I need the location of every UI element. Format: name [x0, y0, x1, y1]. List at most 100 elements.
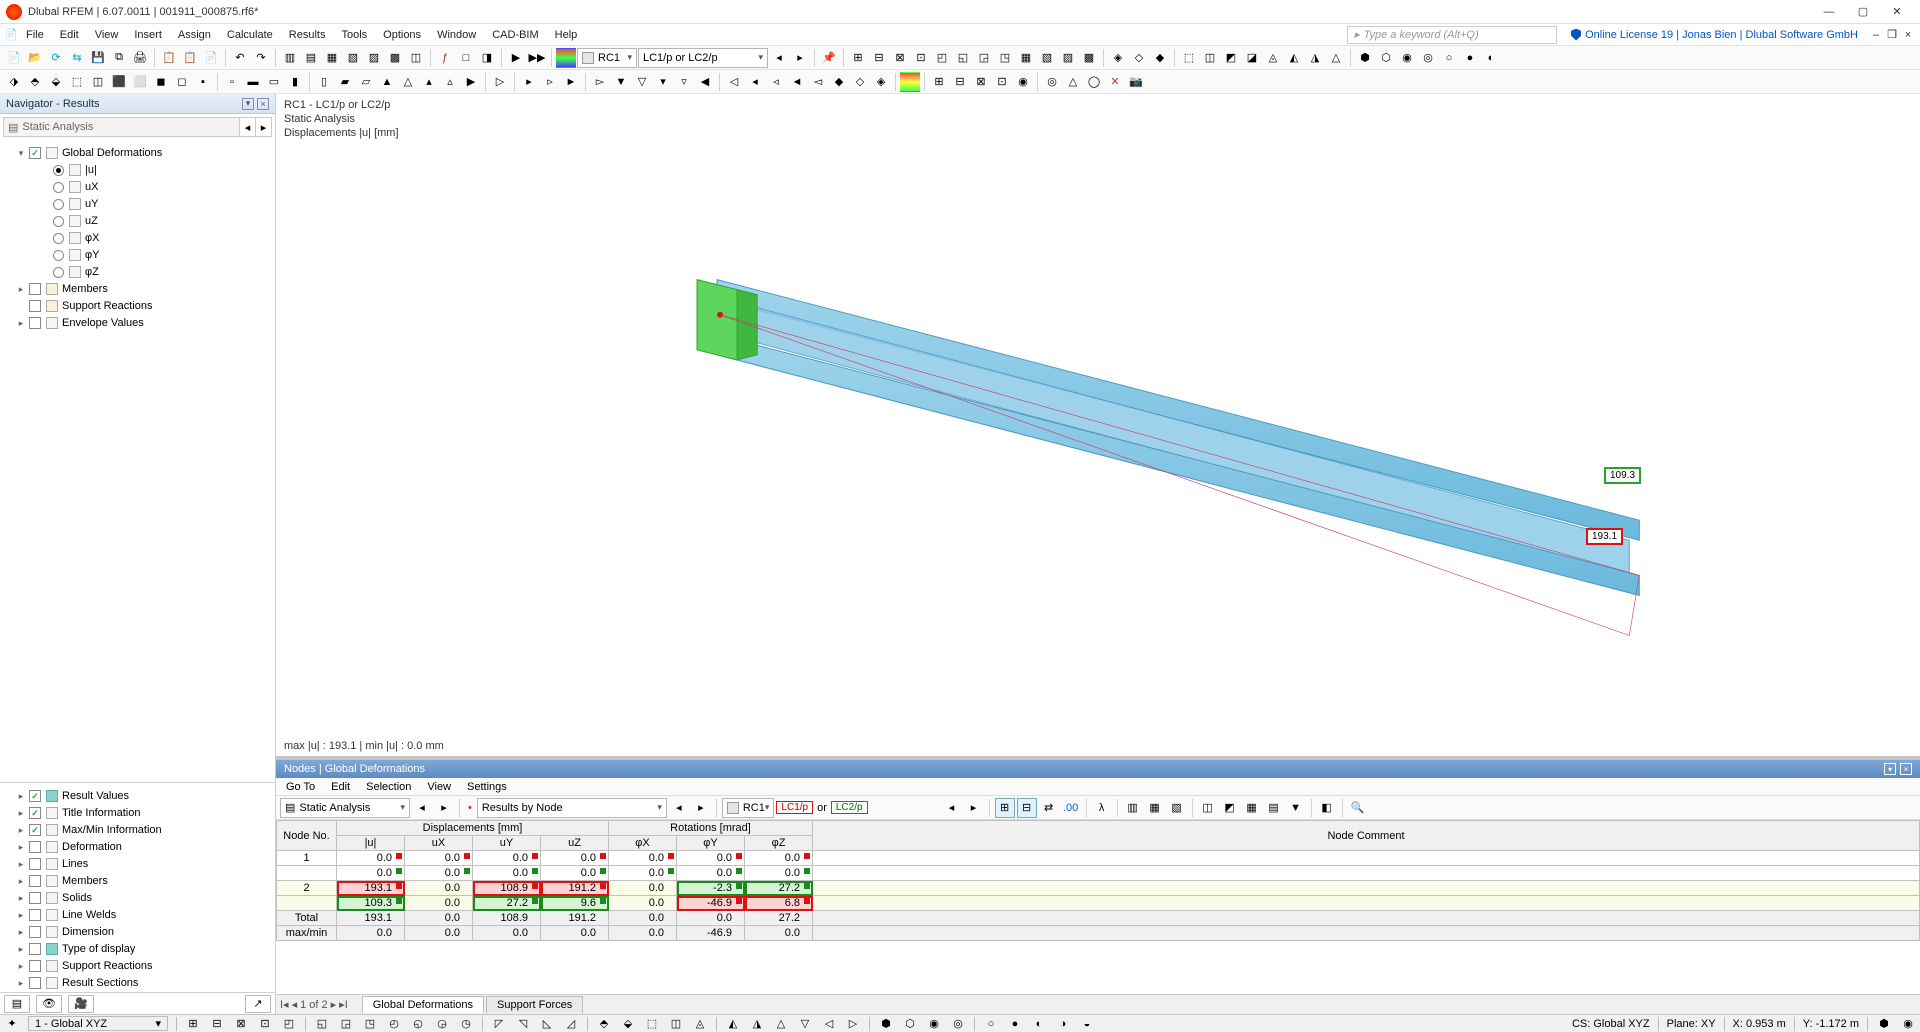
sb-28[interactable]: ⬢ [878, 1016, 894, 1032]
sb-27[interactable]: ▷ [845, 1016, 861, 1032]
view-btn-10[interactable]: ▧ [1037, 48, 1057, 68]
pager-next[interactable]: ▸ [331, 998, 337, 1011]
view-btn-19[interactable]: ◪ [1242, 48, 1262, 68]
model-canvas[interactable]: 109.3 193.1 max |u| : 193.1 | min |u| : … [276, 94, 1920, 756]
delete-button[interactable]: ✕ [1105, 72, 1125, 92]
rp-tool-4[interactable]: .00 [1061, 798, 1081, 818]
tb2-48[interactable]: △ [1063, 72, 1083, 92]
sb-3[interactable]: ⊠ [233, 1016, 249, 1032]
rp-prev1[interactable]: ◂ [412, 798, 432, 818]
maximize-button[interactable]: ▢ [1846, 1, 1880, 23]
navigator-lower[interactable]: ▸Result Values▸Title Information▸Max/Min… [0, 782, 275, 992]
tree-item-uz[interactable]: uZ [4, 213, 271, 229]
sb-end2[interactable]: ◉ [1900, 1016, 1916, 1032]
analysis-next[interactable]: ▸ [256, 117, 272, 137]
rp-close-icon[interactable]: × [1900, 763, 1912, 775]
tb2-16[interactable]: ▰ [335, 72, 355, 92]
view-btn-15[interactable]: ◆ [1150, 48, 1170, 68]
tb2-3[interactable]: ⬙ [46, 72, 66, 92]
lower-item-type-of-display[interactable]: ▸Type of display [4, 941, 271, 957]
tb2-49[interactable]: ◯ [1084, 72, 1104, 92]
panel-1[interactable]: ▥ [280, 48, 300, 68]
sb-19[interactable]: ⬚ [644, 1016, 660, 1032]
rp-tool-13[interactable]: ◧ [1317, 798, 1337, 818]
sb-36[interactable]: ◒ [1079, 1016, 1095, 1032]
rp-menu-edit[interactable]: Edit [331, 781, 350, 793]
rp-menu-settings[interactable]: Settings [467, 781, 507, 793]
rp-tool-11[interactable]: ▦ [1242, 798, 1262, 818]
view-btn-5[interactable]: ◰ [932, 48, 952, 68]
sb-cs-icon[interactable]: ✦ [4, 1016, 20, 1032]
rp-next2[interactable]: ▸ [691, 798, 711, 818]
tb2-5[interactable]: ◫ [88, 72, 108, 92]
rp-prev2[interactable]: ◂ [669, 798, 689, 818]
tree-item-uy[interactable]: uY [4, 196, 271, 212]
col-comment[interactable]: Node Comment [813, 821, 1920, 851]
tb2-19[interactable]: △ [398, 72, 418, 92]
sync-button[interactable]: ⇆ [67, 48, 87, 68]
nav-tab-1[interactable]: ▤ [4, 995, 30, 1013]
tb2-4[interactable]: ⬚ [67, 72, 87, 92]
sb-9[interactable]: ◴ [386, 1016, 402, 1032]
menu-calculate[interactable]: Calculate [219, 24, 281, 46]
undo-button[interactable]: ↶ [230, 48, 250, 68]
rp-next3[interactable]: ▸ [964, 798, 984, 818]
view-btn-7[interactable]: ◲ [974, 48, 994, 68]
rp-tool-7[interactable]: ▦ [1145, 798, 1165, 818]
tb2-13[interactable]: ▭ [264, 72, 284, 92]
tb2-20[interactable]: ▴ [419, 72, 439, 92]
calc-all-button[interactable]: ▶▶ [527, 48, 547, 68]
sb-25[interactable]: ▽ [797, 1016, 813, 1032]
sb-17[interactable]: ⬘ [596, 1016, 612, 1032]
rp-menu-goto[interactable]: Go To [286, 781, 315, 793]
tb2-7[interactable]: ⬜ [130, 72, 150, 92]
col-φZ[interactable]: φZ [745, 836, 813, 851]
view-btn-22[interactable]: ◮ [1305, 48, 1325, 68]
rp-filter-button[interactable]: ▼ [1286, 798, 1306, 818]
nav-close-icon[interactable]: × [257, 98, 269, 110]
tb2-15[interactable]: ▯ [314, 72, 334, 92]
tree-item-members[interactable]: ▸Members [4, 281, 271, 297]
sb-33[interactable]: ● [1007, 1016, 1023, 1032]
lower-item-members[interactable]: ▸Members [4, 873, 271, 889]
tb2-45[interactable]: ⊡ [992, 72, 1012, 92]
view-btn-8[interactable]: ◳ [995, 48, 1015, 68]
col-uY[interactable]: uY [473, 836, 541, 851]
rp-tool-3[interactable]: ⇄ [1039, 798, 1059, 818]
col-uX[interactable]: uX [405, 836, 473, 851]
lc-prev[interactable]: ◂ [769, 48, 789, 68]
lower-item-solids[interactable]: ▸Solids [4, 890, 271, 906]
tb2-8[interactable]: ◼ [151, 72, 171, 92]
tb2-40[interactable]: ◈ [871, 72, 891, 92]
panel-3[interactable]: ▦ [322, 48, 342, 68]
navigator-tree[interactable]: ▾Global Deformations|u|uXuYuZφXφYφZ▸Memb… [0, 140, 275, 782]
tb2-23[interactable]: ▷ [490, 72, 510, 92]
tb2-31[interactable]: ▿ [674, 72, 694, 92]
tb2-29[interactable]: ▽ [632, 72, 652, 92]
tb2-47[interactable]: ◎ [1042, 72, 1062, 92]
lower-item-result-values[interactable]: ▸Result Values [4, 788, 271, 804]
view-btn-14[interactable]: ◇ [1129, 48, 1149, 68]
sb-22[interactable]: ◭ [725, 1016, 741, 1032]
tb2-46[interactable]: ◉ [1013, 72, 1033, 92]
calc-button[interactable]: ▶ [506, 48, 526, 68]
results-table-wrap[interactable]: Node No. Displacements [mm] Rotations [m… [276, 820, 1920, 994]
new-file-button[interactable]: 📄 [4, 48, 24, 68]
table-row[interactable]: 109.30.027.29.60.0-46.96.8 [277, 896, 1920, 911]
sb-6[interactable]: ◱ [314, 1016, 330, 1032]
tb2-14[interactable]: ▮ [285, 72, 305, 92]
saveall-button[interactable]: ⧉ [109, 48, 129, 68]
sb-12[interactable]: ◷ [458, 1016, 474, 1032]
tb2-39[interactable]: ◇ [850, 72, 870, 92]
view-btn-30[interactable]: ◐ [1481, 48, 1501, 68]
open-button[interactable]: 📂 [25, 48, 45, 68]
rp-menu-selection[interactable]: Selection [366, 781, 411, 793]
sb-30[interactable]: ◉ [926, 1016, 942, 1032]
tb2-44[interactable]: ⊠ [971, 72, 991, 92]
func-2[interactable]: □ [456, 48, 476, 68]
analysis-prev[interactable]: ◂ [240, 117, 256, 137]
tb2-1[interactable]: ⬗ [4, 72, 24, 92]
table-row[interactable]: 2193.10.0108.9191.20.0-2.327.2 [277, 881, 1920, 896]
sb-24[interactable]: △ [773, 1016, 789, 1032]
col-φY[interactable]: φY [677, 836, 745, 851]
